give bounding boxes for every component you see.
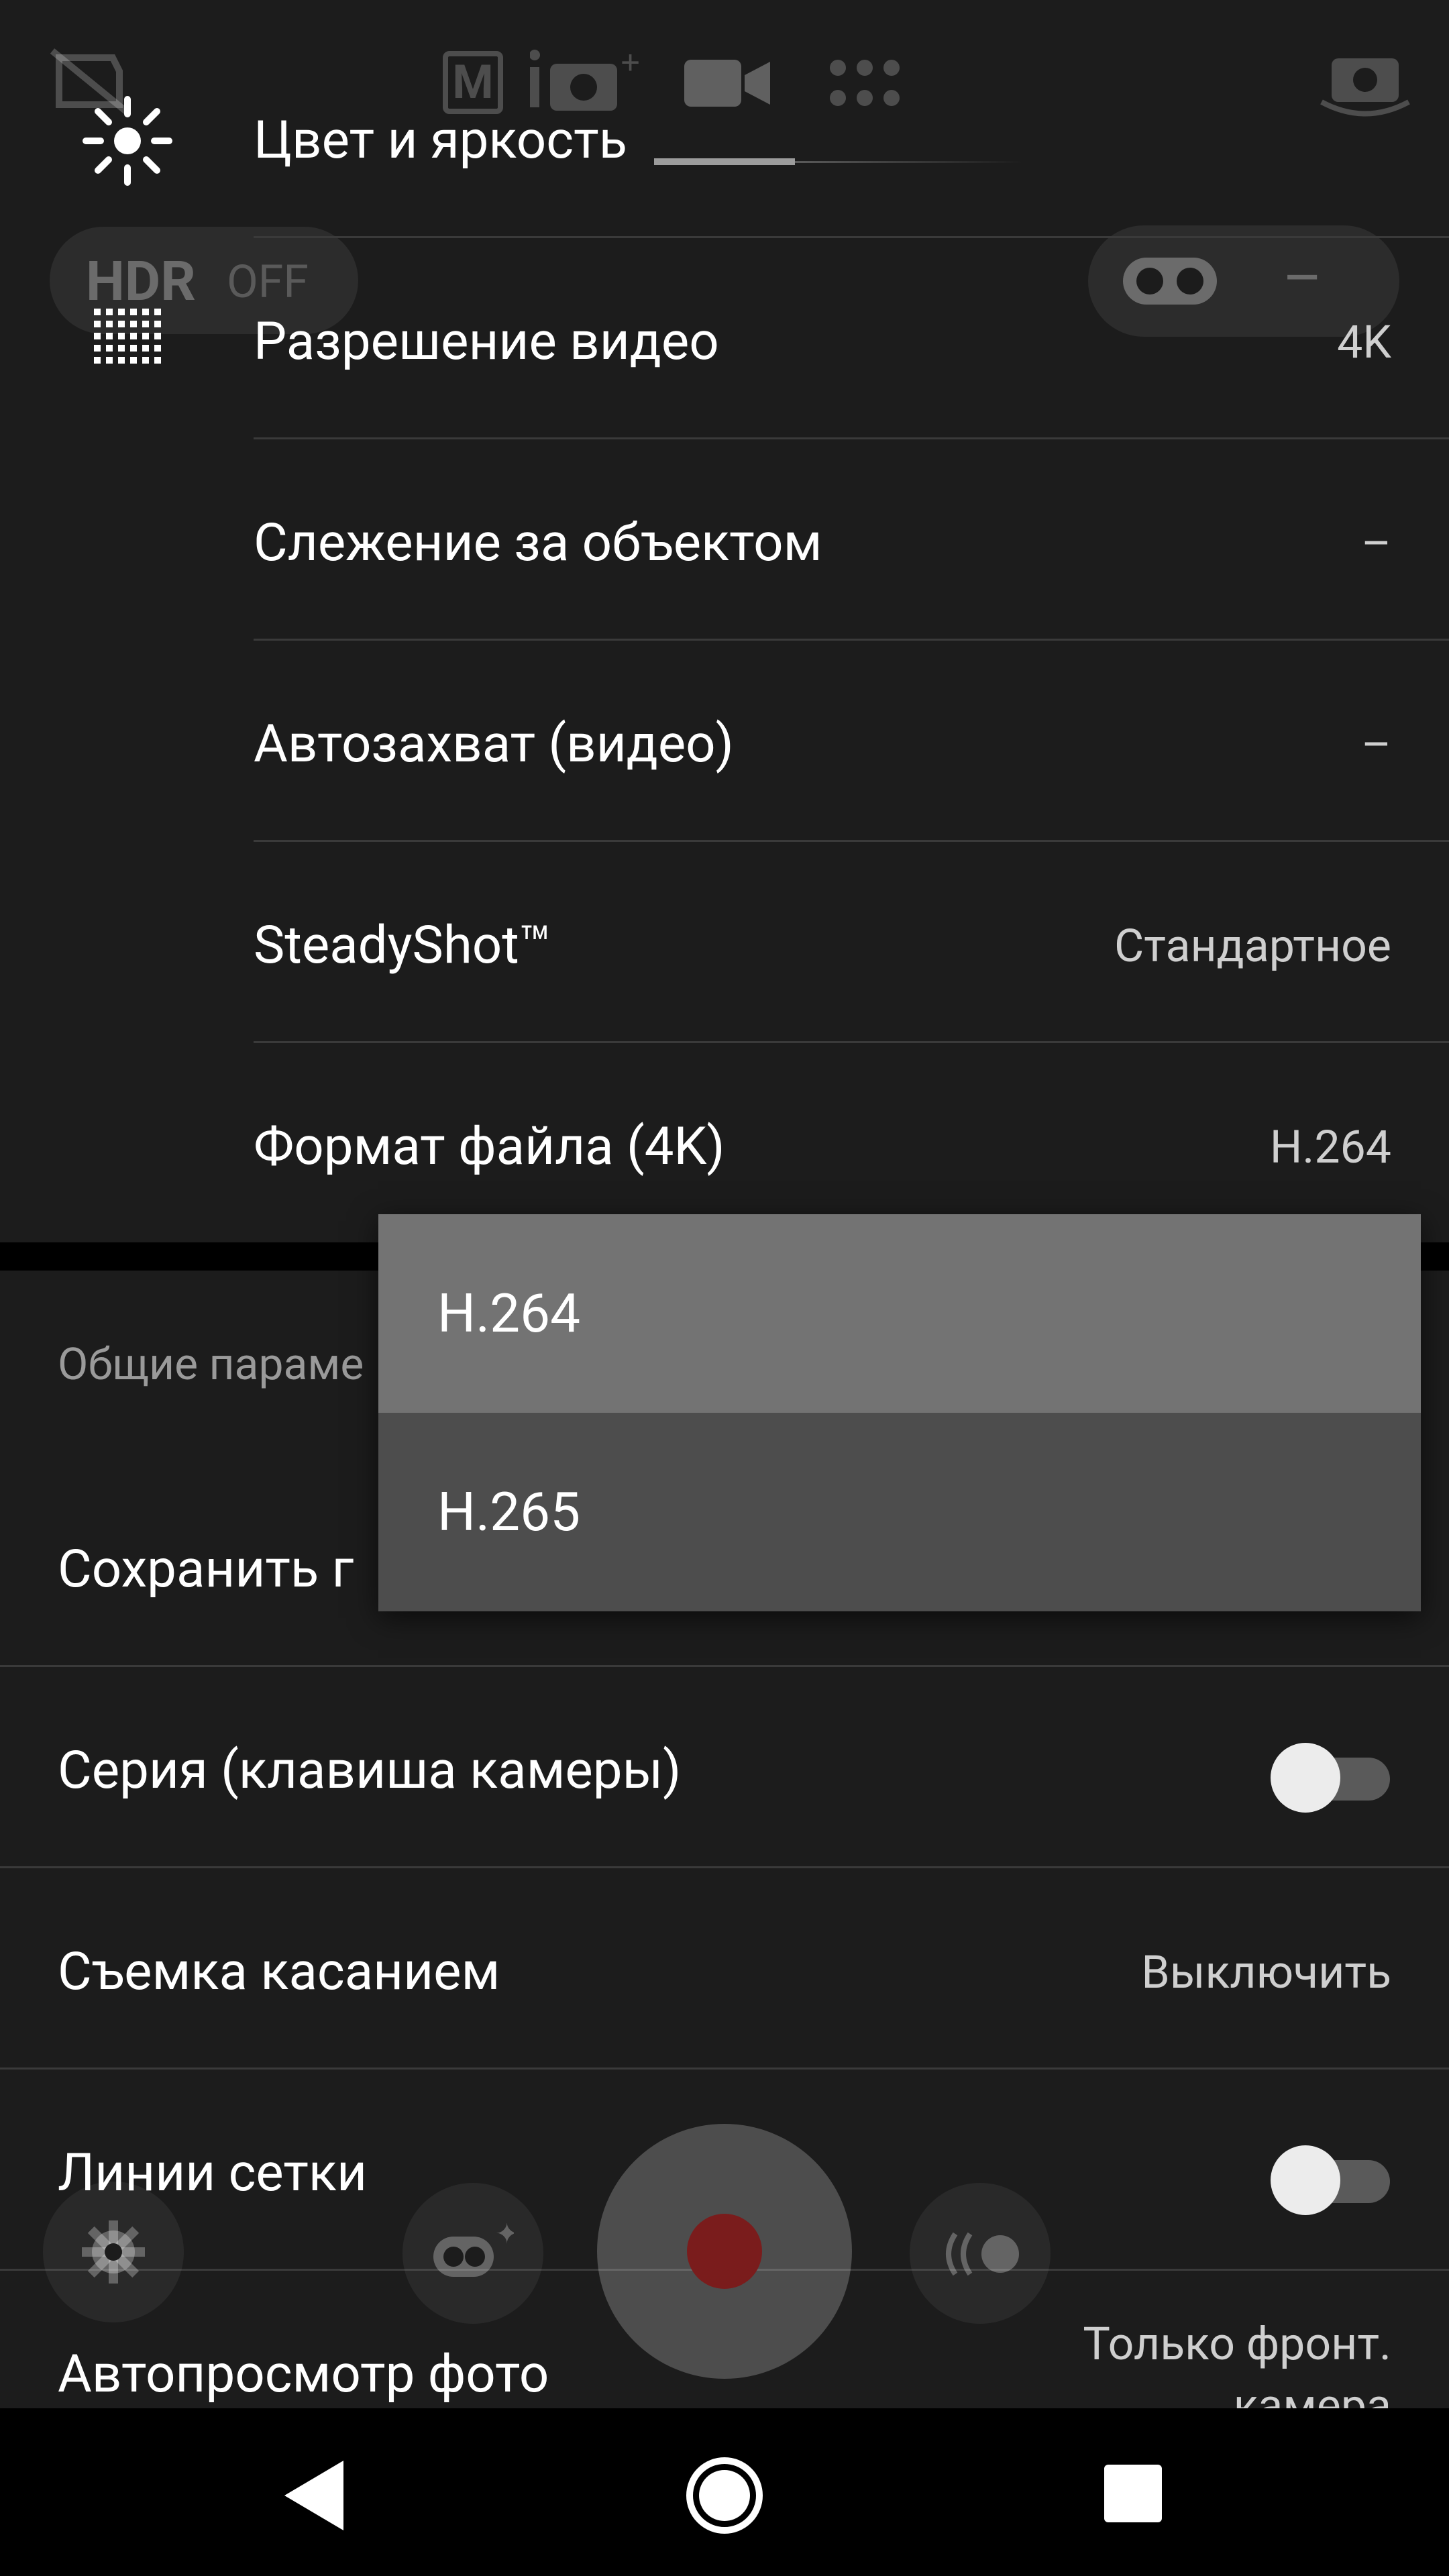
divider bbox=[254, 639, 1449, 641]
setting-label: Слежение за объектом bbox=[254, 513, 822, 574]
settings-button[interactable] bbox=[43, 2182, 184, 2322]
file-format-dropdown: H.264 H.265 bbox=[378, 1214, 1421, 1611]
setting-object-tracking[interactable]: Слежение за объектом – bbox=[0, 443, 1449, 644]
wave-target-icon bbox=[946, 2232, 1019, 2276]
divider bbox=[0, 1866, 1449, 1868]
home-icon[interactable] bbox=[684, 2455, 765, 2536]
setting-steadyshot[interactable]: SteadyShot™ Стандартное bbox=[0, 845, 1449, 1046]
setting-label: Разрешение видео bbox=[254, 311, 719, 372]
burst-toggle[interactable] bbox=[1271, 1737, 1391, 1813]
grid-lines-toggle[interactable] bbox=[1271, 2140, 1391, 2215]
divider bbox=[254, 236, 1449, 238]
brightness-slider[interactable] bbox=[654, 158, 795, 165]
setting-value-line: Только фронт. bbox=[1083, 2317, 1391, 2371]
setting-burst-camera-key[interactable]: Серия (клавиша камеры) bbox=[0, 1670, 1449, 1872]
setting-video-resolution[interactable]: Разрешение видео 4K bbox=[0, 241, 1449, 443]
divider bbox=[254, 1041, 1449, 1043]
system-navigation-bar bbox=[0, 2408, 1449, 2576]
setting-value: Стандартное bbox=[1114, 919, 1391, 973]
divider bbox=[254, 840, 1449, 842]
toggle-knob bbox=[1271, 1743, 1340, 1813]
setting-value: 4K bbox=[1337, 315, 1391, 369]
setting-label: Съемка касанием bbox=[58, 1941, 500, 2002]
recents-icon[interactable] bbox=[1104, 2465, 1162, 2522]
setting-label: Цвет и яркость bbox=[254, 110, 627, 171]
effects-button[interactable]: ✦ bbox=[402, 2183, 543, 2324]
toggle-knob bbox=[1271, 2145, 1340, 2215]
dropdown-option-h265[interactable]: H.265 bbox=[378, 1413, 1421, 1611]
brightness-slider-track bbox=[795, 161, 1023, 163]
setting-value: – bbox=[1361, 718, 1391, 771]
setting-color-brightness[interactable]: Цвет и яркость bbox=[0, 40, 1449, 241]
setting-label: SteadyShot™ bbox=[254, 915, 552, 976]
gear-icon bbox=[82, 2220, 145, 2284]
divider bbox=[0, 1665, 1449, 1667]
setting-value: Выключить bbox=[1141, 1945, 1391, 1999]
dropdown-option-h264[interactable]: H.264 bbox=[378, 1214, 1421, 1413]
record-button[interactable] bbox=[597, 2124, 852, 2379]
portrait-selfie-button[interactable] bbox=[910, 2183, 1051, 2324]
effects-icon: ✦ bbox=[433, 2223, 514, 2277]
setting-label: Сохранить г bbox=[58, 1539, 354, 1600]
svg-text:✦: ✦ bbox=[495, 2223, 514, 2250]
record-dot bbox=[687, 2214, 762, 2289]
setting-label: Автозахват (видео) bbox=[254, 714, 734, 775]
setting-label: Серия (клавиша камеры) bbox=[58, 1740, 682, 1801]
divider bbox=[0, 2068, 1449, 2070]
setting-auto-capture-video[interactable]: Автозахват (видео) – bbox=[0, 644, 1449, 845]
section-title: Общие параме bbox=[58, 1339, 364, 1391]
divider bbox=[254, 437, 1449, 439]
setting-touch-capture[interactable]: Съемка касанием Выключить bbox=[0, 1872, 1449, 2073]
setting-value: – bbox=[1361, 517, 1391, 570]
back-icon[interactable] bbox=[284, 2461, 345, 2530]
